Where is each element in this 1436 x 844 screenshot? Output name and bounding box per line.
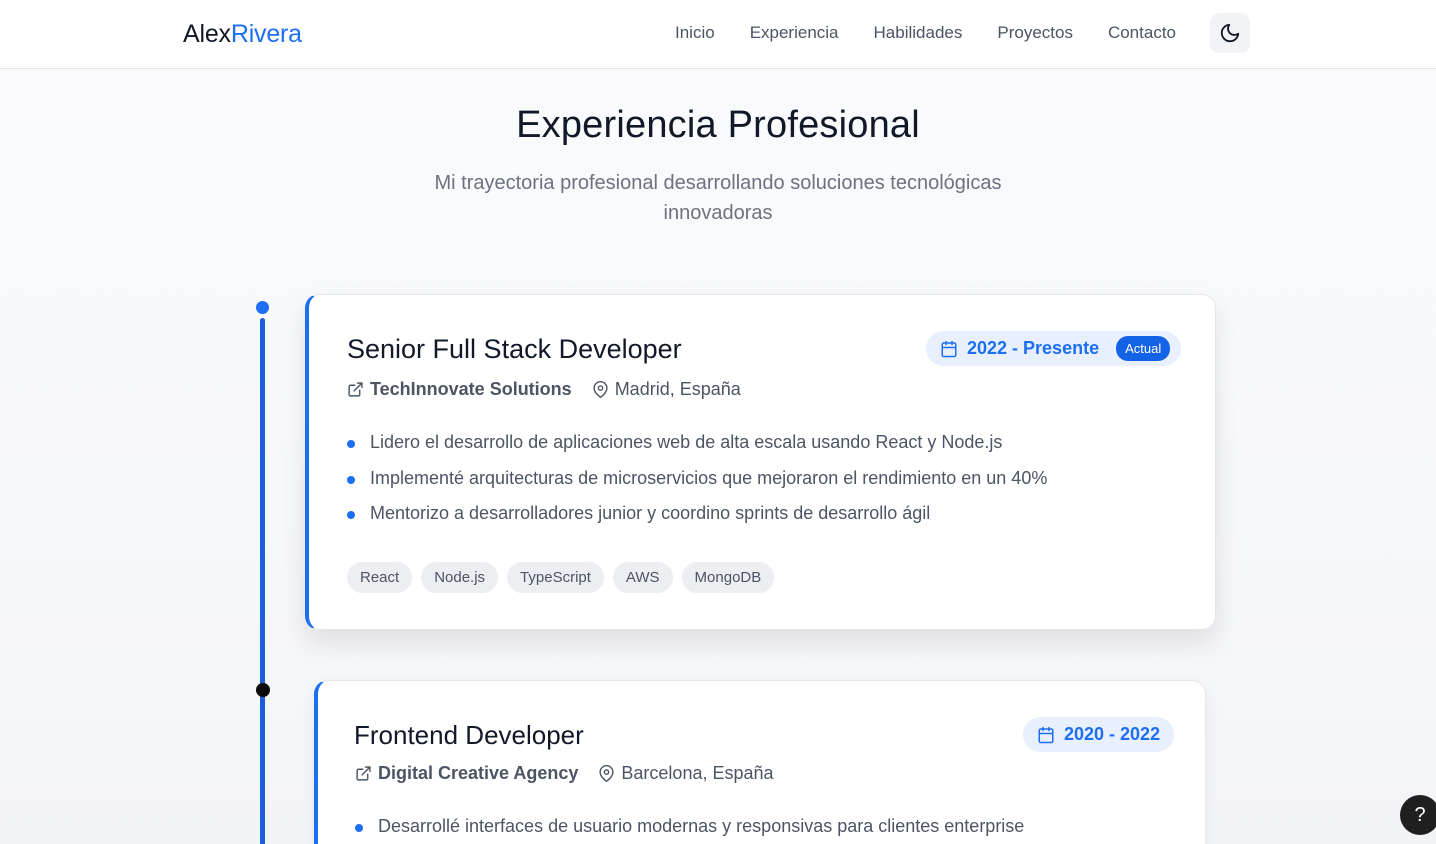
tech-tag: Node.js (421, 562, 499, 593)
period-text: 2020 - 2022 (1064, 724, 1161, 744)
logo[interactable]: AlexRivera (183, 20, 302, 49)
tech-tag: AWS (612, 562, 673, 593)
location-pin-icon (598, 765, 615, 782)
job-title: Frontend Developer (354, 720, 584, 750)
current-badge: Actual (1116, 336, 1171, 361)
timeline-dot (256, 683, 270, 697)
location-text: Barcelona, España (621, 763, 774, 783)
page-title: Experiencia Profesional (516, 104, 920, 146)
company-row: TechInnovate Solutions Madrid, España (347, 379, 741, 400)
page-subtitle: Mi trayectoria profesional desarrollando… (434, 172, 1002, 224)
tech-tag: React (347, 562, 413, 593)
calendar-icon (1037, 726, 1055, 744)
moon-icon (1220, 23, 1240, 43)
nav-link-inicio[interactable]: Inicio (675, 23, 715, 43)
period-text: 2022 - Presente (967, 338, 1100, 358)
external-link-icon[interactable] (347, 381, 364, 398)
nav-link-habilidades[interactable]: Habilidades (874, 23, 963, 43)
list-item: Mentorizo a desarrolladores junior y coo… (347, 503, 1047, 539)
company-name[interactable]: TechInnovate Solutions (370, 379, 572, 400)
location-text: Madrid, España (614, 379, 741, 399)
help-button[interactable]: ? (1400, 795, 1436, 835)
company-row: Digital Creative Agency Barcelona, Españ… (355, 763, 774, 784)
experience-card: Frontend Developer 2020 - 2022 Digital C… (314, 680, 1206, 844)
tech-tag: MongoDB (681, 562, 775, 593)
list-item: Lidero el desarrollo de aplicaciones web… (347, 432, 1047, 468)
site-header: AlexRivera Inicio Experiencia Habilidade… (0, 0, 1436, 69)
location-pin-icon (592, 381, 609, 398)
theme-toggle-button[interactable] (1210, 13, 1250, 53)
logo-last-name: Rivera (230, 20, 302, 48)
external-link-icon[interactable] (355, 765, 372, 782)
calendar-icon (940, 340, 958, 358)
experience-card: Senior Full Stack Developer 2022 - Prese… (305, 294, 1216, 630)
nav-link-proyectos[interactable]: Proyectos (997, 23, 1073, 43)
nav-link-contacto[interactable]: Contacto (1108, 23, 1176, 43)
achievement-list: Desarrollé interfaces de usuario moderna… (355, 816, 1024, 844)
job-title: Senior Full Stack Developer (347, 334, 682, 364)
nav-link-experiencia[interactable]: Experiencia (750, 23, 839, 43)
company-name[interactable]: Digital Creative Agency (378, 763, 578, 784)
list-item: Implementé arquitecturas de microservici… (347, 468, 1047, 504)
achievement-list: Lidero el desarrollo de aplicaciones web… (347, 432, 1047, 539)
period-badge: 2020 - 2022 (1023, 717, 1175, 752)
main-nav: Inicio Experiencia Habilidades Proyectos… (675, 23, 1176, 43)
logo-first-name: Alex (183, 20, 231, 48)
tech-tag: TypeScript (507, 562, 604, 593)
period-badge: 2022 - Presente Actual (926, 331, 1182, 366)
timeline-dot-active (256, 301, 269, 314)
list-item: Desarrollé interfaces de usuario moderna… (355, 816, 1024, 844)
timeline-line (260, 318, 265, 844)
tech-tags: React Node.js TypeScript AWS MongoDB (347, 562, 775, 593)
